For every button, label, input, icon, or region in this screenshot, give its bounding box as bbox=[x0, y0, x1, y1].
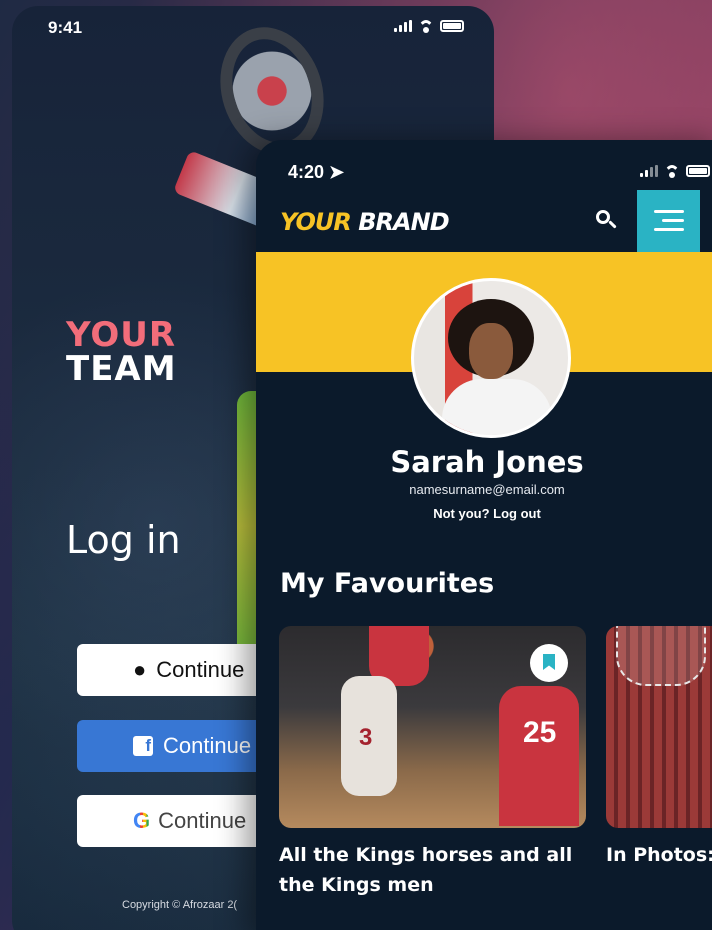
status-bar: 4:20 ➤ bbox=[256, 162, 712, 184]
logout-link[interactable]: Not you? Log out bbox=[256, 506, 712, 521]
favourite-card[interactable]: In Photos: F Underway bbox=[606, 626, 712, 870]
favourite-card[interactable]: 3 25 All the Kings horses and all the Ki… bbox=[279, 626, 589, 900]
apple-button-label: Continue bbox=[156, 657, 245, 682]
profile-phone-screen: 4:20 ➤ YOUR BRAND Sarah Jones namesurnam… bbox=[256, 140, 712, 930]
status-time: 9:41 bbox=[48, 18, 83, 37]
signal-icon bbox=[394, 20, 412, 32]
google-icon: G bbox=[133, 808, 151, 833]
login-title: Log in bbox=[66, 518, 181, 562]
app-header: YOUR BRAND bbox=[256, 190, 712, 252]
menu-icon bbox=[654, 210, 684, 213]
status-time: 4:20 ➤ bbox=[288, 162, 345, 182]
status-bar: 9:41 bbox=[12, 18, 494, 38]
battery-icon bbox=[440, 20, 464, 32]
signal-icon bbox=[640, 165, 658, 177]
facebook-icon: f bbox=[133, 736, 153, 756]
card-title: In Photos: F Underway bbox=[606, 844, 712, 866]
favourites-heading: My Favourites bbox=[280, 568, 495, 599]
wifi-icon bbox=[418, 20, 434, 33]
avatar[interactable] bbox=[411, 278, 571, 438]
card-image bbox=[606, 626, 712, 828]
copyright-text: Copyright © Afrozaar 2( bbox=[122, 899, 238, 911]
battery-icon bbox=[686, 165, 710, 177]
status-icons bbox=[394, 20, 464, 33]
apple-icon: ● bbox=[133, 657, 147, 682]
menu-button[interactable] bbox=[637, 190, 700, 252]
brand-logo-part1: YOUR bbox=[280, 208, 352, 236]
search-button[interactable] bbox=[594, 208, 620, 234]
user-email: namesurname@email.com bbox=[409, 482, 565, 497]
team-logo-line2: TEAM bbox=[66, 349, 177, 389]
bookmark-icon[interactable] bbox=[530, 644, 568, 682]
team-logo-line1: YOUR bbox=[66, 315, 177, 355]
brand-logo-part2: BRAND bbox=[358, 208, 449, 236]
team-logo: YOUR TEAM bbox=[66, 318, 177, 386]
user-name: Sarah Jones bbox=[390, 445, 584, 479]
status-icons bbox=[640, 165, 710, 178]
card-image: 3 25 bbox=[279, 626, 586, 828]
brand-logo[interactable]: YOUR BRAND bbox=[280, 208, 450, 236]
card-title: All the Kings horses and all the Kings m… bbox=[279, 844, 573, 896]
google-button-label: Continue bbox=[158, 808, 247, 833]
wifi-icon bbox=[664, 165, 680, 178]
